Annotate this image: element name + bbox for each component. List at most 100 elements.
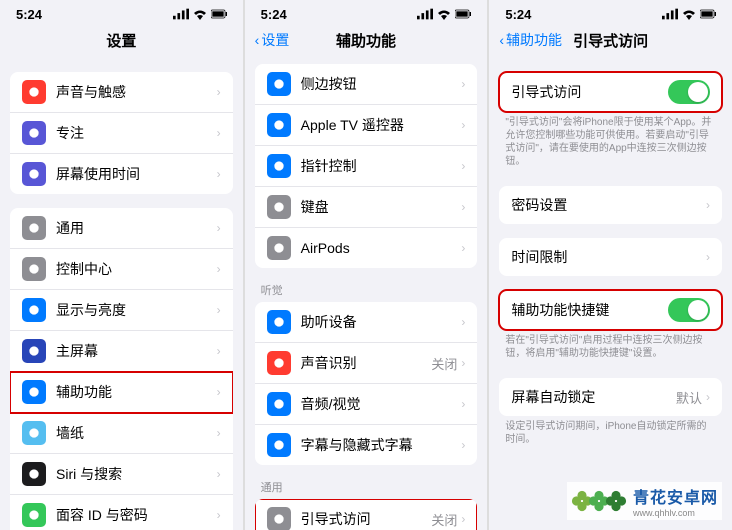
row-label: 助听设备 [301, 312, 462, 332]
gear-icon [22, 216, 46, 240]
status-time: 5:24 [261, 7, 287, 22]
row-accessibility-shortcut-toggle[interactable]: 辅助功能快捷键 [499, 290, 722, 330]
list-row[interactable]: 字幕与隐藏式字幕 › [255, 425, 478, 465]
text-icon [22, 298, 46, 322]
battery-icon [700, 6, 716, 22]
signal-icon [662, 6, 678, 22]
row-label: 键盘 [301, 197, 462, 217]
settings-group-1: 声音与触感 › 专注 › 屏幕使用时间 › [10, 72, 233, 194]
back-button[interactable]: ‹ 辅助功能 [499, 30, 562, 50]
wave-icon [267, 351, 291, 375]
status-time: 5:24 [16, 7, 42, 22]
signal-icon [173, 6, 189, 22]
list-row[interactable]: 控制中心 › [10, 249, 233, 290]
chevron-right-icon: › [461, 356, 465, 370]
status-time: 5:24 [505, 7, 531, 22]
chevron-right-icon: › [461, 397, 465, 411]
row-detail: 关闭 [431, 510, 457, 529]
screen-accessibility: 5:24 ‹ 设置 辅助功能 侧边按钮 › Apple TV 遥控器 › [245, 0, 488, 530]
footnote-shortcut: 若在"引导式访问"启用过程中连按三次侧边按钮，将启用"辅助功能快捷键"设置。 [489, 330, 732, 364]
list-row[interactable]: 通用 › [10, 208, 233, 249]
chevron-right-icon: › [217, 344, 221, 358]
row-label: 控制中心 [56, 259, 217, 279]
remote-icon [267, 113, 291, 137]
row-label: AirPods [301, 240, 462, 256]
list-row[interactable]: 辅助功能 › [10, 372, 233, 413]
row-label: 专注 [56, 123, 217, 143]
list-row[interactable]: 音频/视觉 › [255, 384, 478, 425]
list-row[interactable]: Apple TV 遥控器 › [255, 105, 478, 146]
toggle-accessibility-shortcut[interactable] [668, 298, 710, 322]
switches-icon [22, 257, 46, 281]
row-label: 引导式访问 [511, 82, 668, 102]
status-icons [662, 6, 716, 22]
back-button[interactable]: ‹ 设置 [255, 30, 290, 50]
toggle-guided-access[interactable] [668, 80, 710, 104]
moon-icon [22, 121, 46, 145]
accessibility-group-2: 助听设备 › 声音识别 关闭 › 音频/视觉 › 字幕与隐藏式字幕 › [255, 302, 478, 465]
flower-icon [22, 421, 46, 445]
nav-bar: ‹ 设置 辅助功能 [245, 24, 488, 58]
row-time-limit[interactable]: 时间限制 › [499, 238, 722, 276]
list-row[interactable]: 键盘 › [255, 187, 478, 228]
chevron-right-icon: › [461, 438, 465, 452]
section-header-hearing: 听觉 [245, 282, 488, 302]
list-row[interactable]: Siri 与搜索 › [10, 454, 233, 495]
screen-settings: 5:24 设置 声音与触感 › 专注 › 屏幕使用时间 › [0, 0, 243, 530]
row-label: 屏幕自动锁定 [511, 387, 676, 407]
chevron-right-icon: › [461, 200, 465, 214]
row-guided-access-toggle[interactable]: 引导式访问 [499, 72, 722, 112]
chevron-right-icon: › [217, 467, 221, 481]
chevron-right-icon: › [461, 159, 465, 173]
back-label: 辅助功能 [506, 30, 562, 50]
caption-icon [267, 433, 291, 457]
row-label: Apple TV 遥控器 [301, 115, 462, 135]
list-row[interactable]: 屏幕使用时间 › [10, 154, 233, 194]
row-password-settings[interactable]: 密码设置 › [499, 186, 722, 224]
chevron-right-icon: › [217, 426, 221, 440]
list-row[interactable]: 引导式访问 关闭 › [255, 499, 478, 530]
watermark-title: 青花安卓网 [633, 484, 718, 508]
guided-access-shortcut: 辅助功能快捷键 [499, 290, 722, 330]
list-row[interactable]: 面容 ID 与密码 › [10, 495, 233, 530]
ear-icon [267, 310, 291, 334]
row-label: 辅助功能快捷键 [511, 300, 668, 320]
list-row[interactable]: 侧边按钮 › [255, 64, 478, 105]
row-label: 辅助功能 [56, 382, 217, 402]
row-label: 指针控制 [301, 156, 462, 176]
battery-icon [211, 6, 227, 22]
chevron-right-icon: › [706, 250, 710, 264]
list-row[interactable]: 墙纸 › [10, 413, 233, 454]
chevron-right-icon: › [217, 385, 221, 399]
speaker-icon [22, 80, 46, 104]
status-bar: 5:24 [245, 0, 488, 24]
list-row[interactable]: 助听设备 › [255, 302, 478, 343]
row-label: 声音与触感 [56, 82, 217, 102]
chevron-left-icon: ‹ [499, 32, 504, 48]
guided-icon [267, 507, 291, 530]
watermark-url: www.qhhlv.com [633, 508, 718, 518]
wifi-icon [681, 6, 697, 22]
guided-access-time: 时间限制 › [499, 238, 722, 276]
airpods-icon [267, 236, 291, 260]
guided-access-main: 引导式访问 [499, 72, 722, 112]
screen-guided-access: 5:24 ‹ 辅助功能 引导式访问 引导式访问 "引导式访问"会将iPhone [489, 0, 732, 530]
list-row[interactable]: 声音与触感 › [10, 72, 233, 113]
chevron-right-icon: › [461, 315, 465, 329]
wifi-icon [192, 6, 208, 22]
footnote-autolock: 设定引导式访问期间，iPhone自动锁定所需的时间。 [489, 416, 732, 450]
keyboard-icon [267, 195, 291, 219]
list-row[interactable]: AirPods › [255, 228, 478, 268]
list-row[interactable]: 指针控制 › [255, 146, 478, 187]
list-row[interactable]: 主屏幕 › [10, 331, 233, 372]
pointer-icon [267, 154, 291, 178]
row-detail: 关闭 [431, 354, 457, 373]
list-row[interactable]: 声音识别 关闭 › [255, 343, 478, 384]
chevron-right-icon: › [217, 85, 221, 99]
back-label: 设置 [261, 30, 289, 50]
row-auto-lock[interactable]: 屏幕自动锁定 默认 › [499, 378, 722, 416]
list-row[interactable]: 专注 › [10, 113, 233, 154]
list-row[interactable]: 显示与亮度 › [10, 290, 233, 331]
row-label: Siri 与搜索 [56, 464, 217, 484]
row-label: 显示与亮度 [56, 300, 217, 320]
